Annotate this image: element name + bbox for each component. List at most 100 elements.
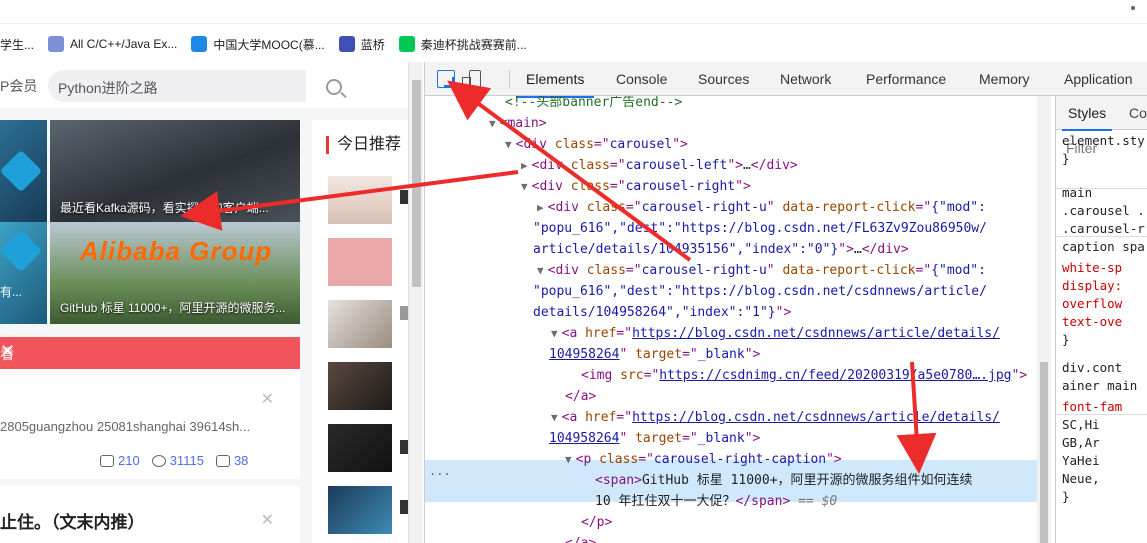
dom-node-line[interactable]: article/details/104935156","index":"0"}"…	[533, 239, 909, 260]
recommend-thumb[interactable]	[328, 176, 392, 224]
styles-pane: Styles Co Filter element.sty} main .carous…	[1055, 96, 1147, 543]
card-stats: 210 31115 38	[100, 453, 260, 468]
bookmark-favicon-icon	[48, 36, 65, 52]
tab-sources[interactable]: Sources	[698, 71, 749, 87]
dom-node-line[interactable]: </a>	[565, 533, 596, 543]
like-stat[interactable]: 210	[100, 453, 140, 468]
recommend-text	[400, 306, 408, 320]
recommend-thumb[interactable]	[328, 300, 392, 348]
close-icon[interactable]: ✕	[261, 389, 274, 409]
bookmark-item[interactable]: 蓝桥	[338, 36, 385, 53]
recommend-text	[400, 440, 408, 454]
recommend-thumb[interactable]	[328, 486, 392, 534]
recommend-text	[400, 190, 408, 204]
recommend-thumb[interactable]	[328, 424, 392, 472]
elements-tree[interactable]: ... <!--头部banner广告end--> ▼ <main> ▼ <div cla…	[425, 96, 1055, 543]
style-rule-line: }	[1062, 489, 1070, 504]
bookmark-label: 蓝桥	[360, 37, 385, 52]
bookmark-label: 学生...	[0, 37, 35, 52]
dom-node-line[interactable]: "popu_616","dest":"https://blog.csdn.net…	[533, 218, 987, 239]
menu-dot-icon[interactable]	[1131, 6, 1135, 10]
dom-node-line[interactable]: details/104958264","index":"1"}">	[533, 302, 791, 323]
bookmark-item[interactable]: 学生...	[0, 36, 34, 53]
dom-node-line[interactable]: ▶ <div class="carousel-left">…</div>	[521, 155, 798, 176]
search-input[interactable]: Python进阶之路	[48, 70, 342, 102]
tab-network[interactable]: Network	[780, 71, 831, 87]
scrollbar-thumb[interactable]	[412, 80, 421, 287]
bookmark-label: 中国大学MOOC(慕...	[213, 37, 325, 52]
tab-application[interactable]: Application	[1064, 71, 1133, 87]
carousel-left-thumb-2[interactable]: 有...	[0, 222, 47, 324]
tab-console[interactable]: Console	[616, 71, 667, 87]
page-scrollbar[interactable]	[408, 62, 423, 543]
feed-card[interactable]: ✕ 2805guangzhou 25081shanghai 39614sh...…	[0, 369, 300, 479]
bookmark-label: 秦迪杯挑战赛赛前...	[420, 37, 527, 52]
dom-node-line[interactable]: "popu_616","dest":"https://blog.csdn.net…	[533, 281, 987, 302]
plus-icon	[0, 229, 43, 273]
dom-node-line[interactable]: ▼ <a href="https://blog.csdn.net/csdnnews…	[551, 323, 1000, 344]
style-rule-line: font-fam	[1062, 399, 1123, 414]
bookmark-item[interactable]: 秦迪杯挑战赛赛前...	[398, 36, 527, 53]
device-toolbar-icon[interactable]	[462, 70, 481, 89]
card-description: 2805guangzhou 25081shanghai 39614sh...	[0, 419, 251, 434]
dom-node-line[interactable]: </a>	[565, 386, 596, 407]
comment-stat[interactable]: 38	[215, 453, 249, 468]
carousel-left-thumb[interactable]	[0, 120, 47, 224]
node-menu-dots[interactable]: ...	[429, 464, 451, 478]
dom-node-line[interactable]: 104958264" target="_blank">	[549, 344, 760, 365]
dom-node-line[interactable]: ▼ <div class="carousel-right">	[521, 176, 751, 197]
style-rule-line: ainer main	[1062, 378, 1138, 393]
csdn-page: P会员 Python进阶之路 最近看Kafka源码，看实探究的客户端... 有.…	[0, 62, 408, 543]
scrollbar-thumb[interactable]	[1040, 362, 1048, 543]
carousel-item-2[interactable]: Alibaba Group GitHub 标星 11000+，阿里开源的微服务.…	[50, 222, 300, 324]
tab-elements[interactable]: Elements	[515, 71, 595, 98]
dom-node-line[interactable]: ▼ <div class="carousel-right-u" data-repo…	[537, 260, 986, 281]
bookmark-favicon-icon	[398, 36, 415, 52]
comment-count: 38	[233, 453, 249, 468]
feed-card-2[interactable]: 止住。（文末内推） ✕	[0, 486, 300, 543]
inspect-element-icon[interactable]	[437, 70, 455, 88]
close-icon[interactable]: ✕	[0, 341, 276, 362]
style-rule-line: GB,Ar	[1062, 435, 1100, 450]
style-rule-line: .carousel .	[1062, 203, 1145, 218]
dom-node-line[interactable]: ▼ <div class="carousel">	[505, 134, 688, 155]
style-rule-line: element.sty	[1062, 133, 1145, 148]
vip-link[interactable]: P会员	[0, 76, 37, 96]
dom-node-line[interactable]: </p>	[581, 512, 612, 533]
view-count: 31115	[169, 453, 204, 468]
devtools-panel: Elements Console Sources Network Perform…	[424, 62, 1147, 543]
style-rule-line: white-sp	[1062, 260, 1123, 275]
elements-scrollbar[interactable]	[1037, 96, 1051, 543]
dom-node-line[interactable]: ▶ <div class="carousel-right-u" data-repo…	[537, 197, 986, 218]
bookmark-item[interactable]: All C/C++/Java Ex...	[48, 36, 177, 52]
tab-memory[interactable]: Memory	[979, 71, 1030, 87]
view-stat: 31115	[151, 453, 204, 468]
dom-node-line[interactable]: <!--头部banner广告end-->	[505, 96, 682, 113]
search-icon[interactable]	[326, 79, 342, 95]
tab-computed[interactable]: Co	[1129, 105, 1147, 121]
style-rule-line: }	[1062, 151, 1070, 166]
dom-node-line[interactable]: ▼ <main>	[489, 113, 547, 134]
dom-node-line[interactable]: <span>GitHub 标星 11000+，阿里开源的微服务组件如何连续	[595, 470, 973, 491]
recommend-thumb[interactable]	[328, 238, 392, 286]
bookmark-item[interactable]: 中国大学MOOC(慕...	[191, 36, 325, 53]
dom-node-line[interactable]: ▼ <p class="carousel-right-caption">	[565, 449, 842, 470]
eye-icon	[151, 454, 166, 467]
carousel-item-1[interactable]: 最近看Kafka源码，看实探究的客户端...	[50, 120, 300, 224]
thumb-up-icon	[100, 454, 114, 467]
dom-node-line[interactable]: 10 年扛住双十一大促？</span> == $0	[595, 491, 837, 512]
tab-performance[interactable]: Performance	[866, 71, 946, 87]
styles-tabbar: Styles Co	[1056, 96, 1147, 131]
recommend-text	[400, 500, 408, 514]
style-rule-line: overflow	[1062, 296, 1123, 311]
comment-icon	[215, 454, 230, 467]
search-bar: P会员 Python进阶之路	[0, 62, 408, 108]
dom-node-line[interactable]: 104958264" target="_blank">	[549, 428, 760, 449]
close-icon[interactable]: ✕	[261, 510, 274, 530]
browser-top-strip	[0, 0, 1147, 24]
dom-node-line[interactable]: ▼ <a href="https://blog.csdn.net/csdnnews…	[551, 407, 1000, 428]
recommend-thumb[interactable]	[328, 362, 392, 410]
tab-styles[interactable]: Styles	[1061, 105, 1113, 131]
dom-node-line[interactable]: <img src="https://csdnimg.cn/feed/202003…	[581, 365, 1027, 386]
alibaba-logo: Alibaba Group	[80, 236, 273, 266]
